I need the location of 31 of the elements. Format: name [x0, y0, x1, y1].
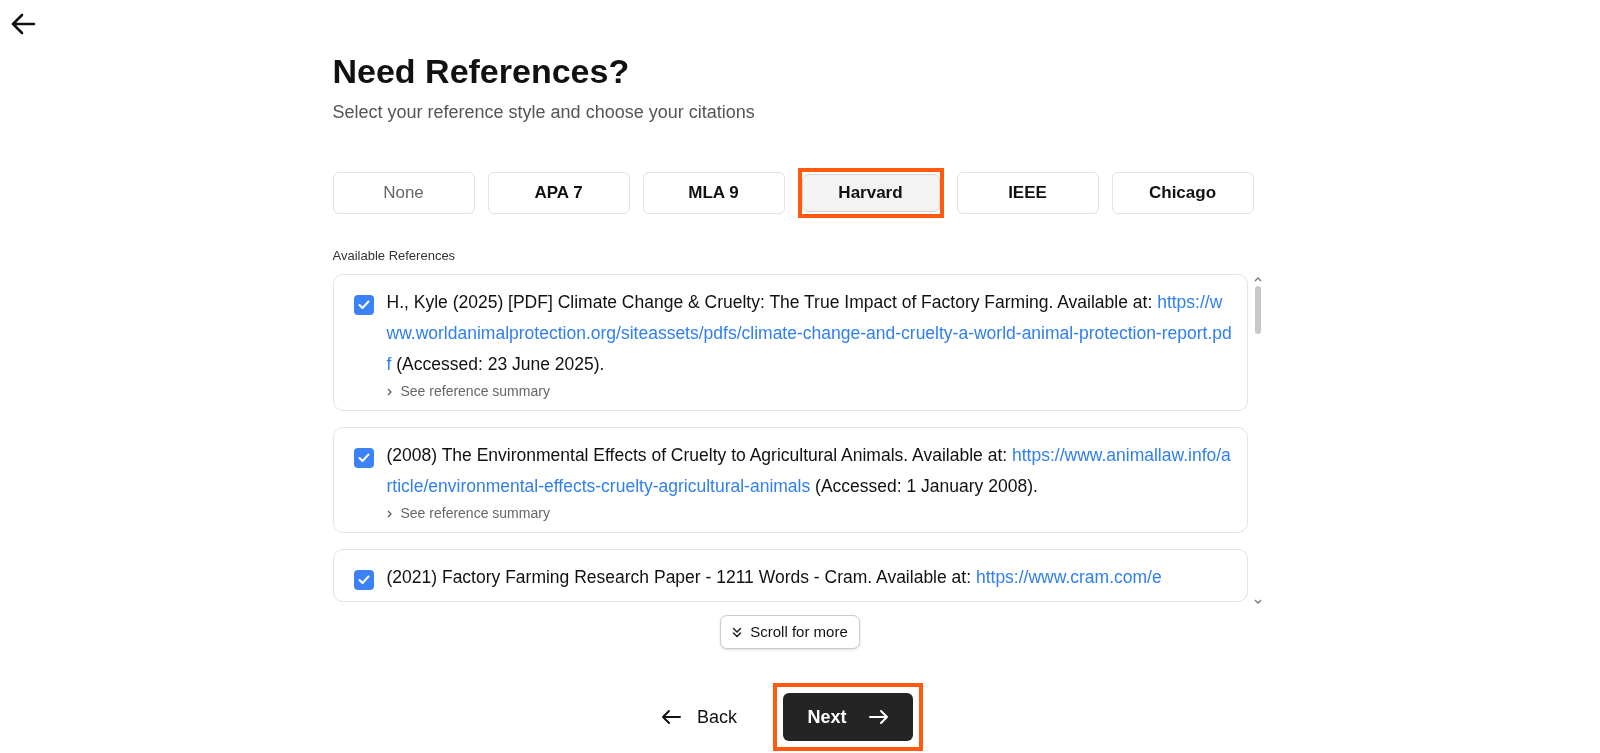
checkbox[interactable] — [353, 295, 374, 315]
checkmark-icon — [357, 453, 370, 463]
arrow-left-icon — [661, 709, 681, 725]
arrow-right-icon — [868, 709, 889, 725]
see-summary-toggle[interactable]: See reference summary — [386, 503, 550, 524]
checkmark-icon — [357, 575, 370, 585]
scroll-up-icon[interactable] — [1253, 276, 1262, 282]
page-subtitle: Select your reference style and choose your citations — [332, 100, 755, 124]
checkbox[interactable] — [353, 570, 374, 590]
page-title: Need References? — [332, 51, 630, 92]
scrollbar-thumb[interactable] — [1254, 286, 1261, 334]
next-button[interactable]: Next — [783, 693, 913, 741]
checkbox[interactable] — [353, 448, 374, 468]
back-button[interactable]: Back — [657, 697, 741, 737]
style-tab[interactable]: IEEE — [956, 171, 1099, 214]
style-tab[interactable]: Chicago — [1111, 171, 1254, 214]
scroll-down-icon[interactable] — [1253, 599, 1262, 605]
style-tab[interactable]: APA 7 — [487, 171, 630, 214]
style-tab[interactable]: MLA 9 — [642, 171, 785, 214]
reference-text: H., Kyle (2025) [PDF] Climate Change & Cruelty: The True Impact of Factory Farming. Available at: https://www.worldanimalprotection.org/siteassets/pdfs/climate-change-and-cruelty-a-world-animal-protection-report.pdf (Accessed: 23 June 2025). — [386, 291, 1233, 376]
reference-text: (2021) Factory Farming Research Paper - 1211 Words - Cram. Available at: https://www.cram.com/e — [386, 566, 1162, 589]
back-arrow-icon[interactable] — [10, 12, 36, 36]
scroll-for-more-button[interactable]: Scroll for more — [720, 615, 860, 649]
chevron-right-icon — [386, 387, 392, 396]
reference-text: (2008) The Environmental Effects of Cruelty to Agricultural Animals. Available at: https://www.animallaw.info/article/environmental-effects-cruelty-agricultural-animals (Accessed: 1 January 2008). — [386, 444, 1232, 498]
style-tab[interactable]: Harvard — [801, 173, 940, 212]
checkmark-icon — [357, 300, 370, 310]
section-label: Available References — [332, 246, 456, 265]
double-chevron-down-icon — [732, 626, 743, 638]
chevron-right-icon — [386, 509, 392, 518]
see-summary-toggle[interactable]: See reference summary — [386, 381, 550, 402]
